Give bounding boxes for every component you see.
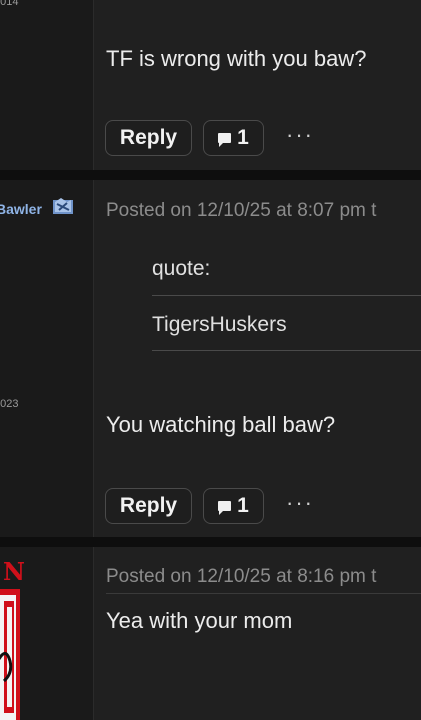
post-1-user-sidebar: 2014 (0, 0, 94, 170)
post-body: Yea with your mom (106, 608, 293, 633)
quote-divider (152, 295, 421, 296)
timestamp-divider (106, 593, 421, 594)
reply-count-button[interactable]: 1 (203, 120, 264, 156)
comment-bubble-icon (218, 133, 232, 147)
post-2-user-sidebar: Bawler 2023 (0, 180, 94, 537)
username-link[interactable]: Bawler (0, 201, 42, 217)
reply-count: 1 (237, 126, 249, 149)
nebraska-n-logo: N (3, 557, 25, 586)
post-body: TF is wrong with you baw? (106, 46, 367, 71)
quote-author: TigersHuskers (152, 313, 287, 336)
reply-button-label: Reply (119, 126, 178, 149)
post-body: You watching ball baw? (106, 412, 336, 437)
post-divider (0, 170, 421, 180)
post-2: Bawler 2023 Posted on 12/10/25 at 8:07 p… (0, 180, 421, 537)
avatar[interactable] (0, 589, 22, 720)
reply-button-label: Reply (119, 494, 178, 517)
post-1: 2014 TF is wrong with you baw? Reply 1 ·… (0, 0, 421, 170)
reply-button[interactable]: Reply (105, 488, 192, 524)
post-3: N Posted on 12/10/25 at 8:16 pm t Yea wi… (0, 547, 421, 720)
quote-divider-bottom (152, 350, 421, 351)
post-timestamp: Posted on 12/10/25 at 8:07 pm t (106, 200, 377, 221)
post-timestamp: Posted on 12/10/25 at 8:16 pm t (106, 566, 377, 587)
reply-count-button[interactable]: 1 (203, 488, 264, 524)
more-options-icon[interactable]: ··· (286, 490, 314, 516)
post-3-content: Posted on 12/10/25 at 8:16 pm t Yea with… (94, 547, 421, 720)
user-join-date: 2014 (0, 0, 19, 8)
comment-bubble-icon (218, 501, 232, 515)
post-3-user-sidebar: N (0, 547, 94, 720)
post-1-content: TF is wrong with you baw? Reply 1 ··· (94, 0, 421, 170)
post-divider (0, 537, 421, 547)
reply-count: 1 (237, 494, 249, 517)
quote-label: quote: (152, 257, 211, 280)
reply-button[interactable]: Reply (105, 120, 192, 156)
more-options-icon[interactable]: ··· (286, 122, 314, 148)
post-2-content: Posted on 12/10/25 at 8:07 pm t quote: T… (94, 180, 421, 537)
tiger-team-icon (53, 198, 73, 214)
user-join-date: 2023 (0, 398, 19, 410)
